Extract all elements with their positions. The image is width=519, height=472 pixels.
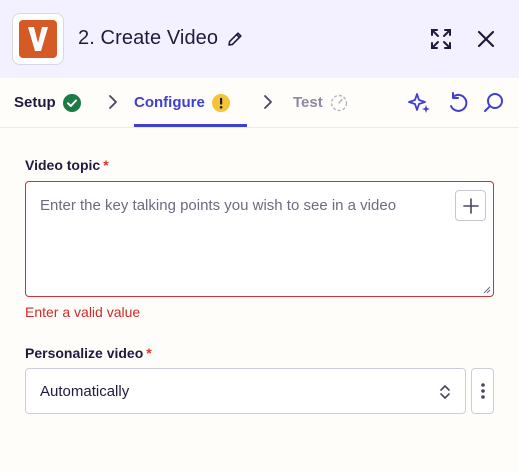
step-tabs: Setup Configure Test	[0, 78, 519, 128]
app-logo-v-icon	[28, 27, 48, 51]
plus-icon	[462, 197, 479, 214]
video-topic-label-text: Video topic	[25, 157, 101, 173]
chevron-right-icon	[264, 95, 272, 109]
tab-setup[interactable]: Setup	[14, 78, 81, 127]
required-marker: *	[146, 345, 152, 361]
close-icon	[477, 30, 495, 48]
undo-icon	[450, 92, 468, 112]
select-chevron-icon	[440, 385, 450, 399]
tab-configure-label: Configure	[134, 94, 205, 111]
check-circle-icon	[62, 93, 81, 112]
personalize-video-value: Automatically	[40, 383, 130, 400]
required-marker: *	[103, 157, 109, 173]
step-header: 2. Create Video	[0, 0, 519, 78]
video-topic-label: Video topic *	[25, 157, 109, 173]
expand-icon	[431, 29, 451, 49]
app-logo-badge	[19, 20, 57, 58]
field-options-button[interactable]	[471, 368, 494, 414]
tab-test-label: Test	[293, 94, 323, 111]
personalize-video-select[interactable]: Automatically	[25, 368, 466, 414]
app-logo	[12, 13, 64, 65]
more-vertical-icon	[480, 383, 485, 399]
undo-button[interactable]	[445, 90, 471, 116]
active-tab-indicator	[134, 124, 247, 127]
video-topic-textarea[interactable]: Enter the key talking points you wish to…	[25, 181, 494, 297]
ai-assist-button[interactable]	[407, 90, 433, 116]
personalize-video-label: Personalize video *	[25, 345, 152, 361]
video-topic-error: Enter a valid value	[25, 304, 141, 320]
warning-circle-icon	[211, 93, 230, 112]
tab-configure[interactable]: Configure	[134, 78, 230, 127]
step-title: 2. Create Video	[78, 27, 244, 50]
sparkle-icon	[408, 93, 430, 113]
expand-button[interactable]	[426, 24, 456, 54]
search-button[interactable]	[481, 90, 507, 116]
pencil-icon[interactable]	[226, 30, 244, 48]
timer-icon	[330, 94, 347, 111]
close-button[interactable]	[471, 24, 501, 54]
tab-setup-label: Setup	[14, 94, 56, 111]
personalize-video-label-text: Personalize video	[25, 345, 144, 361]
chevron-right-icon	[109, 95, 117, 109]
tab-test[interactable]: Test	[293, 78, 348, 127]
video-topic-placeholder: Enter the key talking points you wish to…	[40, 197, 397, 214]
insert-data-button[interactable]	[455, 190, 486, 221]
resize-handle-icon[interactable]	[483, 286, 491, 294]
search-icon	[484, 93, 503, 112]
step-title-text: 2. Create Video	[78, 27, 219, 49]
